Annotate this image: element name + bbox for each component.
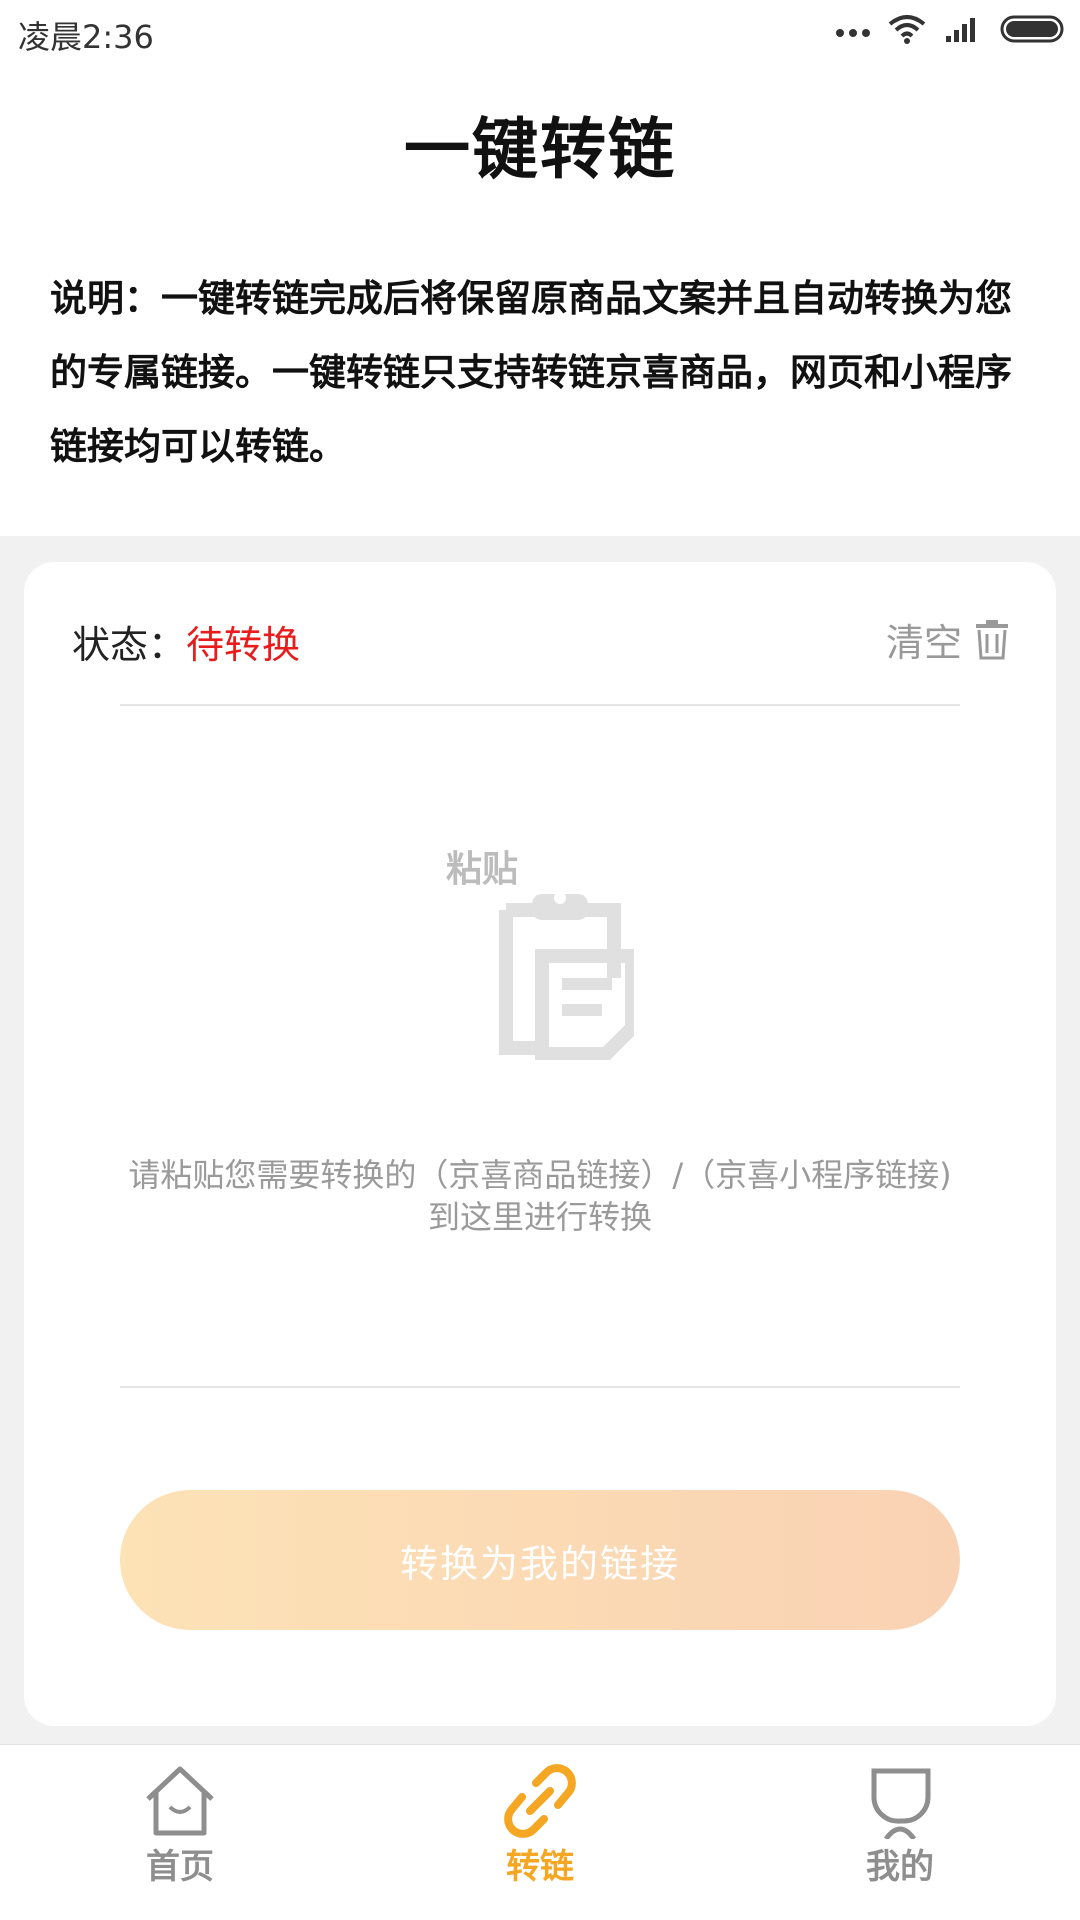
convert-button[interactable]: 转换为我的链接 xyxy=(120,1490,960,1630)
trash-icon xyxy=(976,619,1008,659)
clipboard-icon xyxy=(499,892,634,1060)
link-icon xyxy=(504,1764,576,1838)
status-bar: 凌晨2:36 xyxy=(0,0,1080,64)
tab-mine-label: 我的 xyxy=(866,1847,934,1887)
status-value: 待转换 xyxy=(186,623,301,667)
paste-hint: 请粘贴您需要转换的（京喜商品链接）/（京喜小程序链接)到这里进行转换 xyxy=(128,1156,952,1236)
tab-home[interactable]: 首页 xyxy=(100,1763,260,1888)
top-divider xyxy=(120,704,960,706)
status-icons xyxy=(836,14,1066,44)
tab-link-label: 转链 xyxy=(506,1847,574,1887)
convert-card: 状态：待转换 清空 粘贴 请粘贴您需要转换的（京喜商品链接）/（京喜小程序链接)… xyxy=(24,562,1056,1726)
clear-button[interactable]: 清空 xyxy=(886,612,1010,667)
battery-icon xyxy=(1000,15,1064,43)
status-time: 凌晨2:36 xyxy=(18,18,154,56)
signal-icon xyxy=(946,18,975,42)
tab-bar: 首页 转链 我的 xyxy=(0,1744,1080,1920)
tab-home-label: 首页 xyxy=(146,1847,214,1887)
tab-link[interactable]: 转链 xyxy=(460,1763,620,1888)
clear-label: 清空 xyxy=(885,621,962,665)
page-title: 一键转链 xyxy=(404,111,676,188)
description-text: 说明：一键转链完成后将保留原商品文案并且自动转换为您的专属链接。一键转链只支持转… xyxy=(50,277,1012,468)
wifi-icon xyxy=(888,15,926,44)
paste-label: 粘贴 xyxy=(446,849,519,890)
tab-mine[interactable]: 我的 xyxy=(820,1763,980,1888)
status-label: 状态： xyxy=(72,623,187,667)
more-dots-icon xyxy=(836,29,870,37)
bottom-divider xyxy=(120,1386,960,1388)
home-icon xyxy=(146,1766,214,1836)
profile-icon xyxy=(871,1768,931,1839)
status-row: 状态：待转换 xyxy=(72,614,300,669)
paste-area[interactable]: 粘贴 请粘贴您需要转换的（京喜商品链接）/（京喜小程序链接)到这里进行转换 xyxy=(120,714,960,1382)
